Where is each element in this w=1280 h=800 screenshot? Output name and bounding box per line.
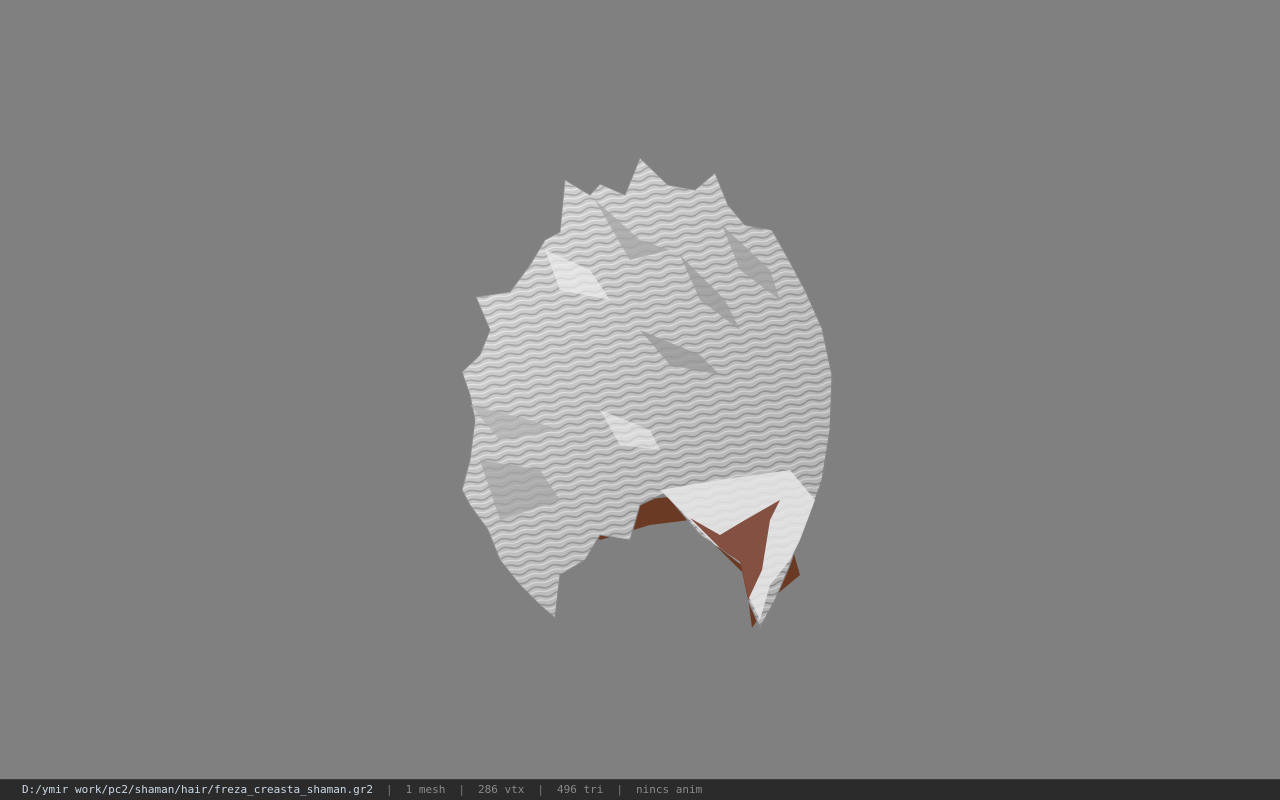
status-separator: | (616, 783, 623, 796)
triangle-count: 496 tri (556, 783, 604, 796)
status-bar: D:/ymir work/pc2/shaman/hair/freza_creas… (0, 779, 1280, 800)
file-path: D:/ymir work/pc2/shaman/hair/freza_creas… (22, 783, 373, 796)
vertex-count: 286 vtx (478, 783, 525, 796)
status-separator: | (458, 783, 465, 796)
anim-info: nincs anim (635, 783, 703, 796)
3d-viewport[interactable] (0, 0, 1280, 779)
status-separator: | (386, 783, 393, 796)
status-separator: | (537, 783, 544, 796)
hair-mesh-icon (461, 157, 833, 630)
mesh-count: 1 mesh (405, 783, 446, 796)
